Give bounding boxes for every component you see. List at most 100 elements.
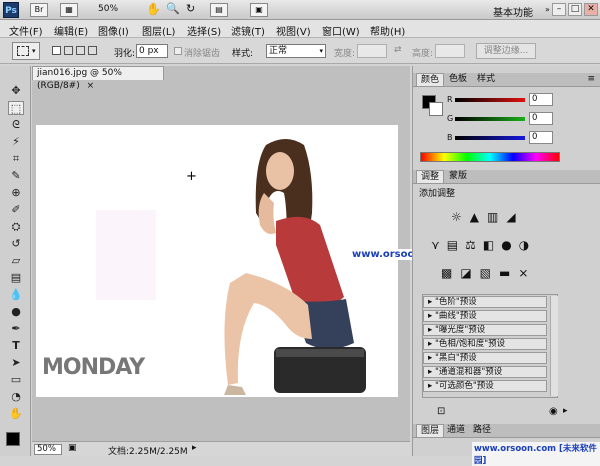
footer-watermark: www.orsoon.com [未来软件园]: [472, 442, 600, 466]
tab-styles[interactable]: 样式: [473, 73, 499, 86]
preset-levels[interactable]: ▸ "色阶"预设: [423, 296, 547, 308]
3d-rotate-tool-icon[interactable]: ◔: [8, 390, 24, 404]
clip-to-layer-icon[interactable]: ⊡: [437, 406, 445, 417]
new-selection-icon[interactable]: [52, 46, 61, 55]
color-spectrum-ramp[interactable]: [420, 152, 560, 162]
preset-curves-label: "曲线"预设: [434, 311, 477, 321]
panel-menu-icon[interactable]: ≡: [587, 74, 595, 84]
red-channel-label: R: [447, 95, 453, 104]
move-tool-icon[interactable]: ✥: [8, 84, 24, 98]
preset-exposure[interactable]: ▸ "曝光度"预设: [423, 324, 547, 336]
hand-tool-icon[interactable]: ✋: [146, 2, 161, 16]
history-brush-tool-icon[interactable]: ↺: [8, 237, 24, 251]
color-panel-background-swatch[interactable]: [429, 102, 443, 116]
zoom-level-dropdown[interactable]: 50%: [98, 4, 118, 14]
eyedropper-tool-icon[interactable]: ✎: [8, 169, 24, 183]
menu-filter[interactable]: 滤镜(T): [231, 23, 265, 38]
dodge-tool-icon[interactable]: ●: [8, 305, 24, 319]
tab-adjustments[interactable]: 调整: [416, 170, 445, 183]
woman-photo: [224, 139, 366, 395]
zoom-status-field[interactable]: 50%: [34, 444, 62, 455]
screen-mode-icon[interactable]: ▣: [250, 3, 268, 17]
status-menu-arrow-icon[interactable]: ▸: [192, 443, 197, 453]
tab-swatches[interactable]: 色板: [445, 73, 471, 86]
menu-window[interactable]: 窗口(W): [322, 23, 360, 38]
visibility-icon[interactable]: ◉: [549, 406, 558, 417]
close-tab-icon[interactable]: ×: [87, 81, 95, 91]
image-canvas[interactable]: + MONDAY: [36, 125, 398, 397]
subtract-selection-icon[interactable]: [76, 46, 85, 55]
expand-triangle-icon: ▸: [428, 297, 435, 307]
crop-tool-icon[interactable]: ⌗: [8, 152, 24, 166]
preset-channel-mixer[interactable]: ▸ "通道混和器"预设: [423, 366, 547, 378]
tab-layers[interactable]: 图层: [416, 424, 445, 437]
menu-help[interactable]: 帮助(H): [370, 23, 405, 38]
preset-selective-color[interactable]: ▸ "可选颜色"预设: [423, 380, 547, 392]
expand-triangle-icon: ▸: [428, 367, 435, 377]
preset-curves[interactable]: ▸ "曲线"预设: [423, 310, 547, 322]
blue-channel-input[interactable]: 0: [529, 131, 553, 144]
presets-scrollbar[interactable]: [550, 296, 558, 396]
tab-color[interactable]: 颜色: [416, 73, 445, 86]
brush-tool-icon[interactable]: ✐: [8, 203, 24, 217]
minimize-button[interactable]: –: [552, 3, 566, 16]
close-button[interactable]: ✕: [584, 3, 598, 16]
gradient-tool-icon[interactable]: ▤: [8, 271, 24, 285]
tool-preset-picker[interactable]: ▾: [12, 42, 40, 60]
menu-image[interactable]: 图像(I): [98, 23, 129, 38]
marquee-preset-icon: [17, 46, 29, 56]
refine-edge-button[interactable]: 调整边缘...: [476, 43, 536, 59]
style-select[interactable]: 正常 ▾: [266, 44, 326, 58]
feather-input[interactable]: 0 px: [136, 44, 168, 58]
type-tool-icon[interactable]: T: [8, 339, 24, 353]
arrange-documents-icon[interactable]: ▤: [210, 3, 228, 17]
eraser-tool-icon[interactable]: ▱: [8, 254, 24, 268]
zoom-tool-icon[interactable]: 🔍: [166, 2, 180, 15]
blur-tool-icon[interactable]: 💧: [8, 288, 24, 302]
adjustment-icons-row-2[interactable]: ⋎▤⚖◧●◑: [431, 238, 536, 252]
adjustment-icons-row-1[interactable]: ☼▲▥◢: [451, 210, 524, 224]
menu-file[interactable]: 文件(F): [9, 23, 43, 38]
preset-hue-saturation[interactable]: ▸ "色相/饱和度"预设: [423, 338, 547, 350]
intersect-selection-icon[interactable]: [88, 46, 97, 55]
antialias-checkbox[interactable]: [174, 47, 182, 55]
lasso-tool-icon[interactable]: ᘓ: [8, 118, 24, 132]
path-selection-tool-icon[interactable]: ➤: [8, 356, 24, 370]
workspace-chevron-icon[interactable]: »: [545, 5, 550, 14]
status-grid-icon[interactable]: ▣: [68, 443, 77, 453]
foreground-color-swatch[interactable]: [6, 432, 20, 446]
magic-wand-tool-icon[interactable]: ⚡: [8, 135, 24, 149]
maximize-button[interactable]: □: [568, 3, 582, 16]
rotate-view-icon[interactable]: ↻: [186, 2, 195, 15]
tab-channels[interactable]: 通道: [443, 424, 469, 437]
menu-select[interactable]: 选择(S): [187, 23, 221, 38]
marquee-tool-icon[interactable]: ⬚: [8, 101, 24, 115]
blue-channel-slider[interactable]: [455, 136, 525, 140]
red-channel-slider[interactable]: [455, 98, 525, 102]
green-channel-input[interactable]: 0: [529, 112, 553, 125]
presets-toggle-icon[interactable]: ▸: [563, 406, 568, 416]
pen-tool-icon[interactable]: ✒: [8, 322, 24, 336]
clone-stamp-tool-icon[interactable]: ⛭: [8, 220, 24, 234]
tab-masks[interactable]: 蒙版: [445, 170, 471, 183]
shape-tool-icon[interactable]: ▭: [8, 373, 24, 387]
bridge-icon[interactable]: Br: [30, 3, 48, 17]
green-channel-slider[interactable]: [455, 117, 525, 121]
red-channel-input[interactable]: 0: [529, 93, 553, 106]
layers-panel-tabbar: 图层 通道 路径: [413, 424, 600, 438]
preset-black-white[interactable]: ▸ "黑白"预设: [423, 352, 547, 364]
healing-brush-tool-icon[interactable]: ⊕: [8, 186, 24, 200]
tab-paths[interactable]: 路径: [469, 424, 495, 437]
adjustment-icons-row-3[interactable]: ▩◪▧▬⨯: [441, 266, 536, 280]
antialias-label: 消除锯齿: [184, 49, 221, 59]
crosshair-cursor-icon: +: [186, 169, 197, 184]
menu-view[interactable]: 视图(V): [276, 23, 311, 38]
view-extras-icon[interactable]: ▦: [60, 3, 78, 17]
workspace-switcher[interactable]: 基本功能: [493, 4, 533, 19]
add-selection-icon[interactable]: [64, 46, 73, 55]
menu-layer[interactable]: 图层(L): [142, 23, 175, 38]
hand-tool-icon[interactable]: ✋: [8, 407, 24, 421]
document-tab[interactable]: jian016.jpg @ 50%(RGB/8#) ×: [32, 66, 164, 91]
menu-edit[interactable]: 编辑(E): [54, 23, 88, 38]
blue-channel-label: B: [447, 133, 453, 142]
